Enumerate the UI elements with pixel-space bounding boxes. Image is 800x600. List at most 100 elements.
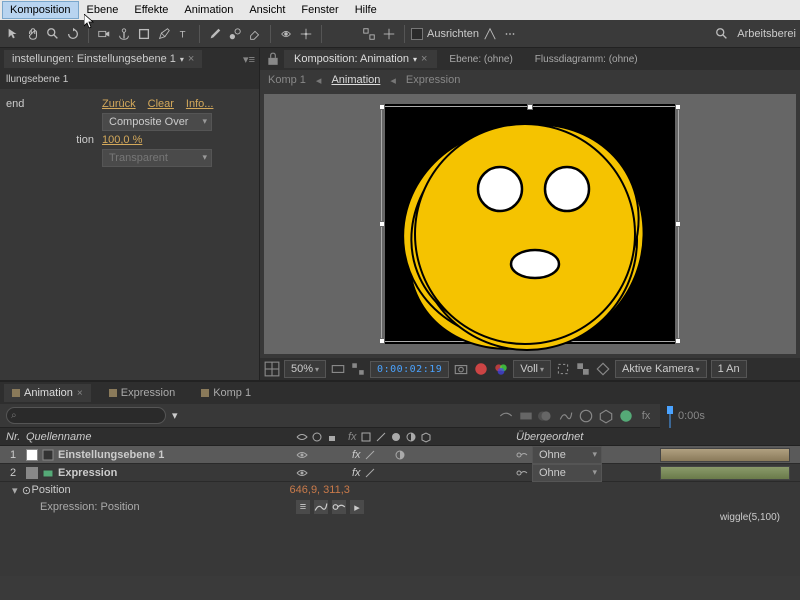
time-ruler[interactable]: 0:00s [660, 404, 800, 428]
grid-toggle-icon[interactable] [264, 361, 280, 377]
bc-expression[interactable]: Expression [406, 74, 460, 86]
align-checkbox[interactable]: Ausrichten [411, 28, 479, 40]
hdr-lock-icon[interactable] [326, 431, 338, 443]
blend-mode-dropdown[interactable]: Composite Over [102, 113, 212, 131]
effect-controls-panel: instellungen: Einstellungsebene 1▾× ▾≡ l… [0, 48, 260, 380]
menu-fenster[interactable]: Fenster [293, 1, 346, 19]
snap-options-icon[interactable] [481, 25, 499, 43]
zoom-tool-icon[interactable] [44, 25, 62, 43]
tl-tab-animation[interactable]: Animation× [4, 384, 91, 402]
frame-blend-icon[interactable] [518, 408, 534, 424]
roto-tool-icon[interactable] [277, 25, 295, 43]
menu-ebene[interactable]: Ebene [79, 1, 127, 19]
eraser-tool-icon[interactable] [246, 25, 264, 43]
motion-blur-icon[interactable] [538, 408, 554, 424]
brush-tool-icon[interactable] [206, 25, 224, 43]
opacity-value[interactable]: 100,0 % [102, 134, 142, 146]
svg-text:T: T [180, 29, 186, 40]
text-tool-icon[interactable]: T [175, 25, 193, 43]
hand-tool-icon[interactable] [24, 25, 42, 43]
anchor-tool-icon[interactable] [115, 25, 133, 43]
expr-graph-icon[interactable] [314, 500, 328, 514]
timeline-header: Nr. Quellenname fx Übergeordnet [0, 428, 800, 446]
twirl-icon[interactable]: ▾ [12, 484, 18, 497]
composition-tab[interactable]: Komposition: Animation▾× [284, 50, 437, 68]
search-icon[interactable] [713, 25, 731, 43]
parent-dropdown-1[interactable]: Ohne [532, 446, 602, 464]
main-toolbar: T Ausrichten Arbeitsberei [0, 20, 800, 48]
views-dropdown[interactable]: 1 An [711, 360, 747, 378]
timeline-search-input[interactable] [6, 407, 166, 424]
track-bar-2[interactable] [660, 464, 800, 482]
bc-animation[interactable]: Animation [331, 74, 380, 86]
expression-code[interactable]: wiggle(5,100) [720, 512, 780, 523]
bc-komp1[interactable]: Komp 1 [268, 74, 306, 86]
clear-link[interactable]: Clear [148, 98, 174, 110]
opacity-label: tion [6, 134, 102, 146]
composition-viewer[interactable] [264, 94, 796, 354]
menu-animation[interactable]: Animation [176, 1, 241, 19]
layer-tab[interactable]: Ebene: (ohne) [439, 51, 522, 68]
rotate-tool-icon[interactable] [64, 25, 82, 43]
effect-header: llungsebene 1 [0, 70, 259, 89]
resolution-icon[interactable] [330, 361, 346, 377]
expression-row[interactable]: Expression: Position ≡ ▸ [0, 498, 800, 516]
effect-tab[interactable]: instellungen: Einstellungsebene 1▾× [4, 50, 202, 68]
position-value[interactable]: 646,9, 311,3 [290, 484, 510, 496]
selection-tool-icon[interactable] [4, 25, 22, 43]
menu-hilfe[interactable]: Hilfe [347, 1, 385, 19]
track-bar-1[interactable] [660, 446, 800, 464]
zoom-dropdown[interactable]: 50%▾ [284, 360, 326, 378]
pen-tool-icon[interactable] [155, 25, 173, 43]
expr-language-icon[interactable]: ▸ [350, 500, 364, 514]
panel-menu-icon[interactable]: ▾≡ [243, 53, 255, 66]
stopwatch-icon[interactable]: ⊙ [22, 484, 32, 497]
adjustment-layer-icon [42, 449, 54, 461]
hdr-mb-icon[interactable] [390, 431, 402, 443]
info-link[interactable]: Info... [186, 98, 214, 110]
menu-effekte[interactable]: Effekte [126, 1, 176, 19]
hdr-adj-icon[interactable] [405, 431, 417, 443]
tl-tab-komp1[interactable]: Komp 1 [193, 384, 259, 402]
graph-editor-icon[interactable] [558, 408, 574, 424]
expr-enable-icon[interactable]: ≡ [296, 500, 310, 514]
hdr-collapse-icon[interactable] [360, 431, 372, 443]
parent-dropdown-2[interactable]: Ohne [532, 464, 602, 482]
shy-icon[interactable] [498, 408, 514, 424]
hdr-solo-icon[interactable] [311, 431, 323, 443]
live-update-icon[interactable] [618, 408, 634, 424]
snap-grid-icon[interactable] [360, 25, 378, 43]
menu-komposition[interactable]: Komposition [2, 1, 79, 19]
expr-pickwhip-icon[interactable] [332, 500, 346, 514]
flowchart-tab[interactable]: Flussdiagramm: (ohne) [525, 51, 648, 68]
effects-icon[interactable]: fx [638, 408, 654, 424]
brainstorm-icon[interactable] [578, 408, 594, 424]
puppet-tool-icon[interactable] [297, 25, 315, 43]
hdr-quality-icon[interactable] [375, 431, 387, 443]
cti-icon[interactable] [664, 404, 676, 428]
draft3d-icon[interactable] [598, 408, 614, 424]
hdr-3d-icon[interactable] [420, 431, 432, 443]
tl-tab-expression[interactable]: Expression [101, 384, 183, 402]
channel-icon[interactable] [350, 361, 366, 377]
lock-icon[interactable] [264, 50, 282, 68]
pickwhip-icon[interactable] [516, 467, 528, 479]
timeline-menu-icon[interactable]: ▾ [172, 409, 186, 423]
camera-tool-icon[interactable] [95, 25, 113, 43]
workspace-label[interactable]: Arbeitsberei [737, 28, 796, 40]
back-link[interactable]: Zurück [102, 98, 136, 110]
effect-name: end [6, 98, 102, 110]
pickwhip-icon[interactable] [516, 449, 528, 461]
menu-ansicht[interactable]: Ansicht [241, 1, 293, 19]
snap-edge-icon[interactable] [380, 25, 398, 43]
hdr-eye-icon[interactable] [296, 431, 308, 443]
comp-breadcrumb: Komp 1 ◂ Animation ◂ Expression [260, 70, 800, 90]
smiley-graphic [395, 104, 655, 364]
clone-tool-icon[interactable] [226, 25, 244, 43]
transparent-dropdown[interactable]: Transparent [102, 149, 212, 167]
shape-tool-icon[interactable] [135, 25, 153, 43]
comp-layer-icon [42, 467, 54, 479]
position-property[interactable]: ▾ ⊙ Position 646,9, 311,3 [0, 482, 800, 498]
close-tab-icon[interactable]: × [188, 53, 194, 65]
more-tools-icon[interactable] [501, 25, 519, 43]
